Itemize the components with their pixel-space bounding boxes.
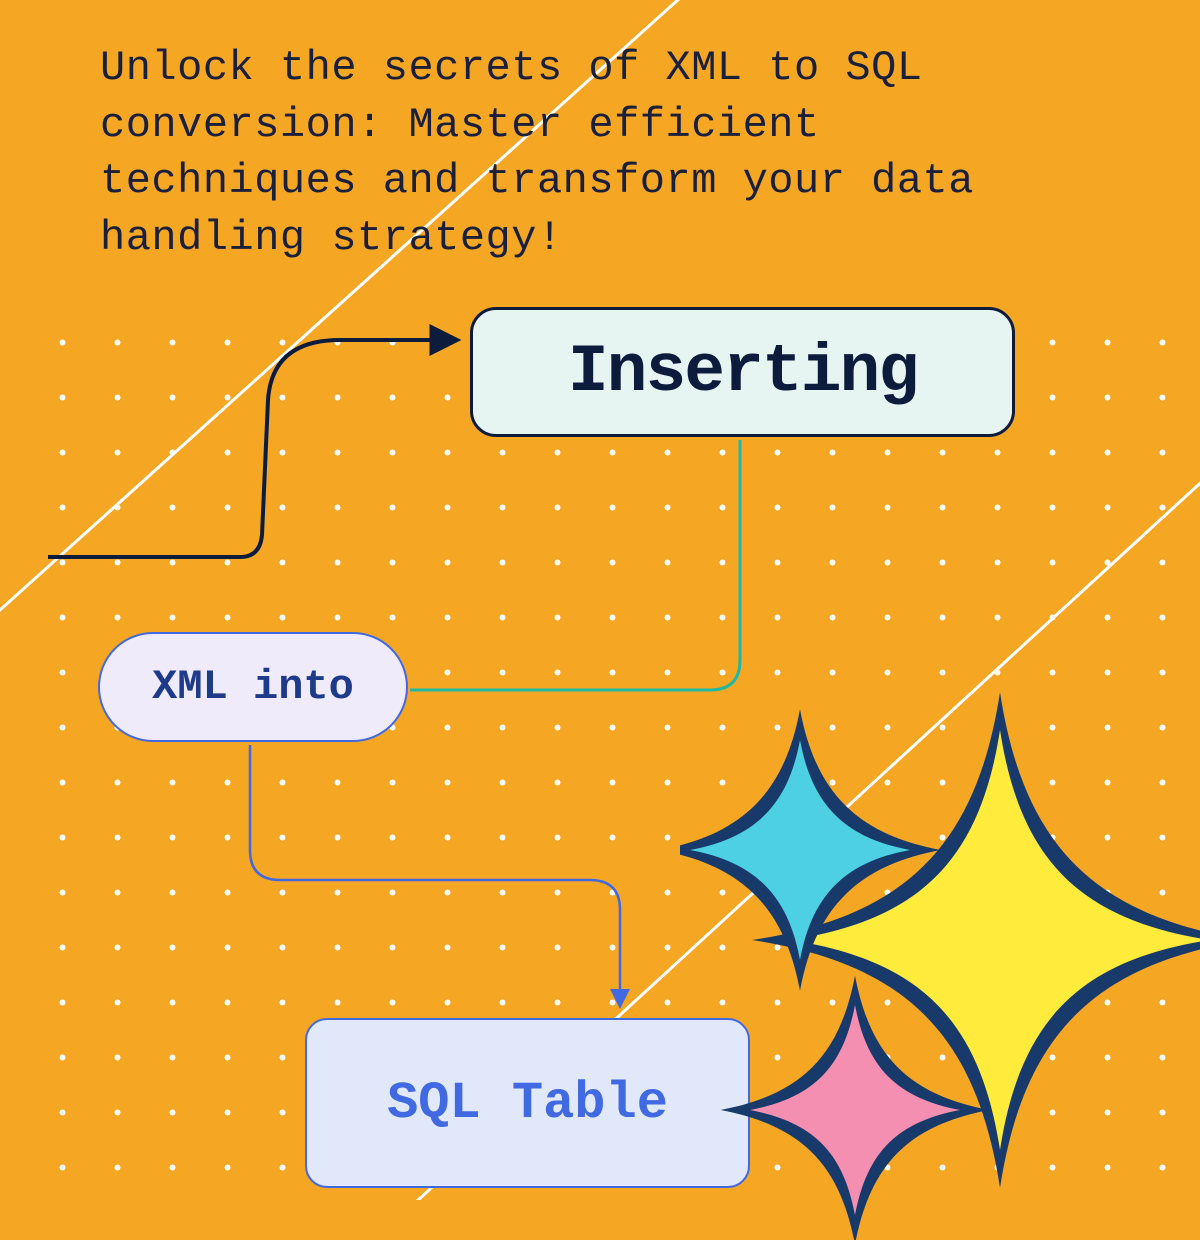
node-xml-into: XML into bbox=[98, 632, 408, 742]
page-heading: Unlock the secrets of XML to SQL convers… bbox=[100, 40, 1100, 267]
node-inserting: Inserting bbox=[470, 307, 1015, 437]
node-xml-label: XML into bbox=[152, 663, 354, 711]
sparkles-decoration bbox=[680, 680, 1200, 1240]
node-sql-label: SQL Table bbox=[387, 1074, 668, 1133]
node-inserting-label: Inserting bbox=[568, 334, 917, 411]
